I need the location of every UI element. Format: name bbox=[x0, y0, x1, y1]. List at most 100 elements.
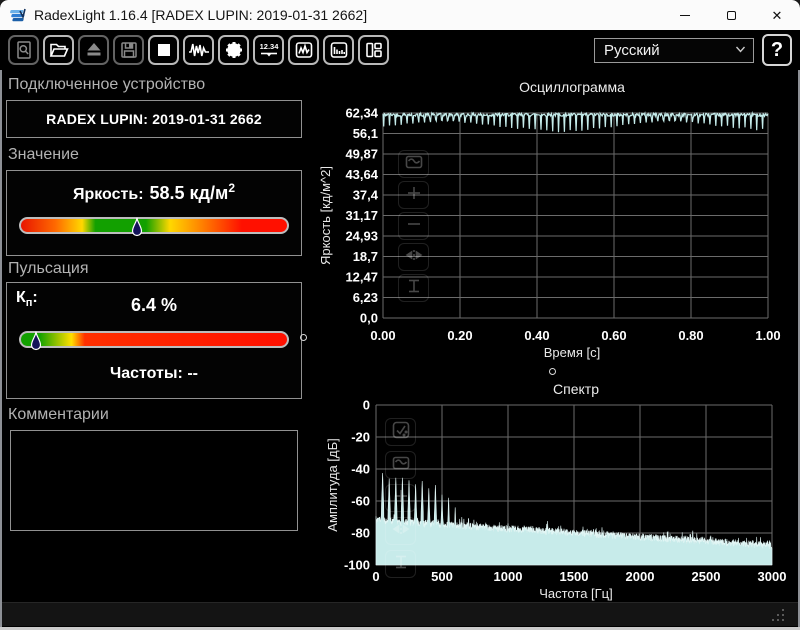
svg-text:43,64: 43,64 bbox=[345, 167, 378, 182]
frequencies-value: -- bbox=[187, 365, 198, 382]
help-button[interactable]: ? bbox=[762, 34, 792, 66]
close-icon: ✕ bbox=[772, 9, 783, 22]
close-button[interactable]: ✕ bbox=[754, 0, 800, 30]
oscillogram-fit-vertical-button[interactable] bbox=[398, 274, 429, 302]
svg-text:3000: 3000 bbox=[758, 569, 787, 584]
luminance-label: Яркость: bbox=[73, 181, 144, 204]
svg-text:-100: -100 bbox=[344, 558, 370, 573]
toolbar-button-numeric-display[interactable]: 12.34 bbox=[253, 35, 284, 65]
frequencies-row: Частоты: -- bbox=[7, 365, 301, 383]
statusbar bbox=[0, 602, 800, 626]
svg-text:0.20: 0.20 bbox=[447, 328, 472, 343]
toolbar-button-open[interactable] bbox=[43, 35, 74, 65]
toolbar-button-spectrum-view[interactable] bbox=[323, 35, 354, 65]
svg-text:0: 0 bbox=[372, 569, 379, 584]
svg-text:-80: -80 bbox=[351, 526, 370, 541]
svg-text:0.00: 0.00 bbox=[370, 328, 395, 343]
svg-text:0.80: 0.80 bbox=[678, 328, 703, 343]
charts-panel: ОсциллограммаЯркость [кд/м^2]0,06,2312,4… bbox=[312, 70, 800, 602]
waveform-icon bbox=[188, 40, 210, 60]
svg-text:Спектр: Спектр bbox=[553, 381, 599, 397]
save-icon bbox=[119, 40, 139, 60]
svg-text:1000: 1000 bbox=[494, 569, 523, 584]
value-section-header: Значение bbox=[8, 146, 79, 164]
maximize-button[interactable] bbox=[708, 0, 754, 30]
svg-text:Осциллограмма: Осциллограмма bbox=[519, 79, 625, 95]
pulsation-marker-icon bbox=[29, 331, 42, 352]
toolbar-button-line-chart-view[interactable] bbox=[288, 35, 319, 65]
spectrum-fit-vertical-button[interactable] bbox=[385, 550, 416, 578]
open-folder-icon bbox=[49, 40, 69, 60]
language-select[interactable]: Русский bbox=[594, 38, 754, 63]
toolbar-button-oscillogram[interactable] bbox=[183, 35, 214, 65]
window-title: RadexLight 1.16.4 [RADEX LUPIN: 2019-01-… bbox=[34, 7, 367, 23]
autoscale-check-icon bbox=[391, 420, 411, 445]
svg-text:18,7: 18,7 bbox=[353, 249, 378, 264]
spectrum-fit-horizontal-button[interactable] bbox=[385, 517, 416, 545]
window-border-left bbox=[0, 70, 2, 627]
fit-horizontal-icon bbox=[404, 245, 424, 270]
titlebar: RadexLight 1.16.4 [RADEX LUPIN: 2019-01-… bbox=[0, 0, 800, 30]
spectrum-zoom-in-button[interactable] bbox=[385, 484, 416, 512]
fit-vertical-icon bbox=[391, 552, 411, 577]
toolbar-button-preview[interactable] bbox=[8, 35, 39, 65]
kp-value: 6.4 % bbox=[7, 295, 301, 316]
layout-icon bbox=[364, 40, 384, 60]
toolbar: 12.34 Русский ? bbox=[0, 30, 800, 70]
svg-text:0,0: 0,0 bbox=[360, 311, 378, 326]
chevron-down-icon bbox=[734, 42, 747, 59]
svg-text:1500: 1500 bbox=[560, 569, 589, 584]
toolbar-button-layout[interactable] bbox=[358, 35, 389, 65]
svg-text:2000: 2000 bbox=[626, 569, 655, 584]
panel-splitter-handle[interactable] bbox=[300, 334, 307, 341]
device-name: RADEX LUPIN: 2019-01-31 2662 bbox=[46, 111, 262, 127]
comments-input[interactable] bbox=[10, 430, 298, 531]
svg-text:2500: 2500 bbox=[692, 569, 721, 584]
svg-text:-20: -20 bbox=[351, 430, 370, 445]
svg-text:-40: -40 bbox=[351, 462, 370, 477]
bar-chart-icon bbox=[329, 40, 349, 60]
pulsation-box: Кп: 6.4 % Частоты: -- bbox=[6, 282, 302, 399]
svg-text:56,1: 56,1 bbox=[353, 126, 378, 141]
spectrum-autoscale-check-button[interactable] bbox=[385, 418, 416, 446]
luminance-scale-bar bbox=[19, 217, 289, 234]
svg-text:0.60: 0.60 bbox=[601, 328, 626, 343]
numeric-display-icon: 12.34 bbox=[258, 40, 280, 60]
device-name-box: RADEX LUPIN: 2019-01-31 2662 bbox=[6, 100, 302, 138]
fit-horizontal-icon bbox=[391, 519, 411, 544]
language-value: Русский bbox=[604, 42, 660, 59]
luminance-marker-icon bbox=[130, 217, 143, 238]
toolbar-button-eject[interactable] bbox=[78, 35, 109, 65]
minimize-button[interactable] bbox=[662, 0, 708, 30]
luminance-value: 58.5 кд/м2 bbox=[150, 181, 235, 204]
svg-text:Время [с]: Время [с] bbox=[544, 345, 600, 360]
oscillogram-zoom-out-button[interactable] bbox=[398, 212, 429, 240]
chart-splitter-handle[interactable] bbox=[549, 368, 556, 375]
line-chart-icon bbox=[294, 40, 314, 60]
kp-label: Кп: bbox=[16, 289, 38, 309]
toolbar-button-save[interactable] bbox=[113, 35, 144, 65]
toolbar-button-stop[interactable] bbox=[148, 35, 179, 65]
svg-text:24,93: 24,93 bbox=[345, 229, 378, 244]
zoom-in-icon bbox=[404, 183, 424, 208]
pulsation-scale-bar bbox=[19, 331, 289, 348]
svg-text:Яркость [кд/м^2]: Яркость [кд/м^2] bbox=[318, 166, 333, 265]
svg-text:12.34: 12.34 bbox=[259, 42, 279, 51]
value-box: Яркость: 58.5 кд/м2 bbox=[6, 170, 302, 256]
svg-text:1.00: 1.00 bbox=[755, 328, 780, 343]
svg-text:-60: -60 bbox=[351, 494, 370, 509]
svg-text:0: 0 bbox=[363, 398, 370, 413]
oscillogram-curve-zoom-button[interactable] bbox=[398, 150, 429, 178]
oscillogram-zoom-in-button[interactable] bbox=[398, 181, 429, 209]
comments-section-header: Комментарии bbox=[8, 406, 109, 424]
oscillogram-fit-horizontal-button[interactable] bbox=[398, 243, 429, 271]
magnifier-document-icon bbox=[14, 40, 34, 60]
svg-text:49,87: 49,87 bbox=[345, 147, 378, 162]
toolbar-button-settings[interactable] bbox=[218, 35, 249, 65]
pulsation-section-header: Пульсация bbox=[8, 260, 88, 278]
eject-icon bbox=[84, 40, 104, 60]
resize-grip-icon[interactable] bbox=[772, 609, 786, 627]
oscillogram-chart[interactable]: ОсциллограммаЯркость [кд/м^2]0,06,2312,4… bbox=[312, 70, 800, 383]
svg-text:Частота [Гц]: Частота [Гц] bbox=[539, 586, 613, 601]
spectrum-curve-zoom-button[interactable] bbox=[385, 451, 416, 479]
